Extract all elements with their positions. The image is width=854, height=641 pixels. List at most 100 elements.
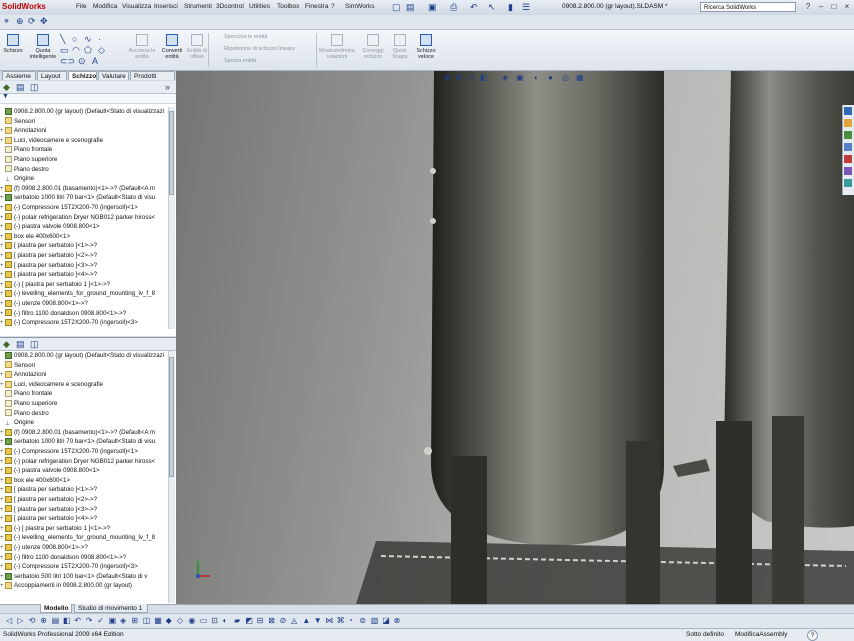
minimize-button[interactable]: – — [815, 2, 827, 12]
select-icon[interactable]: ⌖ — [4, 16, 9, 27]
open-icon[interactable]: ▤ — [406, 2, 415, 13]
undo-icon[interactable]: ↶ — [470, 2, 478, 13]
tool-icon[interactable]: ⊠ — [268, 616, 275, 625]
display-style-icon[interactable]: ▣ — [516, 73, 524, 82]
maximize-button[interactable]: □ — [828, 2, 840, 12]
file-explorer-icon[interactable] — [844, 131, 852, 139]
menu-item[interactable]: Finestra — [305, 3, 328, 10]
tree-item[interactable]: +[ piastra per serbatoio ]<4>->? — [0, 270, 166, 280]
tree-item[interactable]: + Annotazioni — [0, 126, 166, 136]
feature-tree-icon[interactable]: ◆ — [3, 82, 10, 93]
command-tab[interactable]: Prodotti Office — [130, 71, 175, 89]
tool-icon[interactable]: ▭ — [200, 616, 208, 625]
rectangle-icon[interactable]: ▭ — [60, 45, 69, 56]
tree-item[interactable]: Piano destro — [0, 409, 166, 419]
tree-item[interactable]: + (-) piastra valvole 0908.800<1> — [0, 466, 166, 476]
property-icon[interactable]: ▤ — [16, 82, 25, 93]
tree-item[interactable]: Sensori — [0, 361, 166, 371]
rotate-icon[interactable]: ⟳ — [28, 16, 36, 27]
search-pane-icon[interactable] — [844, 143, 852, 151]
tree-item[interactable]: + Accoppiamenti in 0908.2.800.00 (gr layo… — [0, 581, 166, 591]
tree-item[interactable]: +[ piastra per serbatoio ]<1>->? — [0, 241, 166, 251]
tool-icon[interactable]: ▤ — [52, 616, 60, 625]
rebuild-icon[interactable]: ▮ — [508, 2, 513, 13]
menu-item[interactable]: File — [76, 3, 86, 10]
menu-item[interactable]: Utilities — [249, 3, 270, 10]
spline-icon[interactable]: ∿ — [84, 34, 92, 45]
appearance-icon[interactable]: ● — [548, 73, 553, 82]
command-tab[interactable]: Assieme — [2, 71, 36, 80]
zoom-fit-icon[interactable]: ⊕ — [444, 73, 451, 82]
tool-icon[interactable]: ▲ — [302, 616, 310, 625]
view-settings-icon[interactable]: ▦ — [576, 73, 584, 82]
menu-item[interactable]: SimWorks — [345, 3, 375, 10]
search-input[interactable]: Ricerca SolidWorks — [700, 2, 796, 12]
ribbon-button[interactable]: Correggi schizzo — [360, 34, 386, 60]
tool-icon[interactable]: ▣ — [109, 616, 117, 625]
tree-item[interactable]: +[ piastra per serbatoio ]<4>->? — [0, 514, 166, 524]
tool-icon[interactable]: ◁ — [6, 616, 12, 625]
tree-item[interactable]: + (f) 0908.2.800.01 (basamento)<1>->? (De… — [0, 184, 166, 194]
tree-item[interactable]: + (-) [ piastra per serbatoio 1 ]<1>->? — [0, 524, 166, 534]
tree-item[interactable]: + box ele 400x600<1> — [0, 232, 166, 242]
menu-item[interactable]: Modifica — [93, 3, 117, 10]
tree-item[interactable]: + (-) polair refrigeration Dryer NGB012 p… — [0, 213, 166, 223]
tool-icon[interactable]: ⊘ — [280, 616, 287, 625]
tree-item[interactable]: + (-) piastra valvole 0908.800<1> — [0, 222, 166, 232]
tool-icon[interactable]: ⊟ — [257, 616, 264, 625]
tool-icon[interactable]: ⊡ — [211, 616, 218, 625]
tool-icon[interactable]: ↷ — [86, 616, 93, 625]
expand-panel-icon[interactable]: » — [165, 82, 170, 92]
options-icon[interactable]: ☰ — [522, 2, 530, 13]
ribbon-button[interactable]: Mostra/elimina relazioni — [318, 34, 356, 60]
command-tab[interactable]: Valutare — [98, 71, 129, 80]
scrollbar-thumb[interactable] — [169, 111, 174, 195]
tool-icon[interactable]: ▷ — [17, 616, 23, 625]
ribbon-button[interactable]: Quick Snaps — [390, 34, 410, 60]
tree-item[interactable]: + box ele 400x600<1> — [0, 476, 166, 486]
menu-item[interactable]: Visualizza — [122, 3, 151, 10]
design-library-icon[interactable] — [844, 119, 852, 127]
filter-icon[interactable]: ▼ — [2, 93, 9, 100]
ribbon-button[interactable]: Accorcia le entità — [128, 34, 156, 60]
tool-icon[interactable]: ◬ — [291, 616, 297, 625]
tree-item[interactable]: + Annotazioni — [0, 370, 166, 380]
scene-icon[interactable]: ◎ — [562, 73, 569, 82]
tree-item[interactable]: + serbatoio 500 litri 100 bar<1> (Default… — [0, 572, 166, 582]
tool-icon[interactable]: ◔ — [348, 616, 353, 625]
scrollbar-thumb[interactable] — [169, 357, 174, 477]
status-help-icon[interactable]: ? — [807, 630, 818, 641]
tree-item[interactable]: + (-) Compressore 15T2X200-70 (ingersoll)… — [0, 318, 166, 328]
command-tab[interactable]: Schizzo — [68, 71, 97, 80]
section-view-icon[interactable]: ◧ — [480, 73, 488, 82]
polygon-icon[interactable]: ⬠ — [84, 45, 92, 56]
graphics-area[interactable]: ⊕ ⊞ ↺ ◧ ◈ ▣ ◐ ● ◎ ▦ — [176, 71, 854, 604]
tree-item[interactable]: + Luci, videocamere e scenografie — [0, 136, 166, 146]
zoom-area-icon[interactable]: ⊞ — [456, 73, 463, 82]
tree-item[interactable]: ⊥ Origine — [0, 174, 166, 184]
tree-item[interactable]: 0908.2.800.00 (gr layout) (Default<Stato… — [0, 351, 166, 361]
tree-item[interactable]: + (-) [ piastra per serbatoio 1 ]<1>->? — [0, 280, 166, 290]
tree-item[interactable]: Piano frontale — [0, 389, 166, 399]
property-icon[interactable]: ▤ — [16, 339, 25, 350]
point-icon[interactable]: · — [98, 34, 101, 44]
menu-item[interactable]: Toolbox — [277, 3, 299, 10]
tool-icon[interactable]: ◐ — [223, 616, 228, 625]
circle-icon[interactable]: ○ — [72, 34, 77, 44]
config-icon[interactable]: ◫ — [30, 339, 39, 350]
menu-item[interactable]: Strumenti — [184, 3, 212, 10]
appearances-icon[interactable] — [844, 167, 852, 175]
pan-icon[interactable]: ✥ — [40, 16, 48, 27]
menu-item[interactable]: 3Dcontrol — [216, 3, 244, 10]
tree-item[interactable]: Piano superiore — [0, 399, 166, 409]
help-button[interactable]: ? — [802, 2, 814, 12]
feature-tree-icon[interactable]: ◆ — [3, 339, 10, 350]
tree-item[interactable]: +[ piastra per serbatoio ]<3>->? — [0, 505, 166, 515]
tree-bottom-scrollbar[interactable] — [168, 351, 175, 603]
ellipse-icon[interactable]: ⊙ — [78, 56, 86, 67]
menu-item[interactable]: Inserisci — [154, 3, 178, 10]
pointer-icon[interactable]: ↖ — [488, 2, 496, 13]
tank-leg[interactable] — [626, 441, 660, 604]
ribbon-button[interactable]: Entità di offset — [186, 34, 208, 60]
new-doc-icon[interactable]: ▢ — [392, 2, 401, 13]
